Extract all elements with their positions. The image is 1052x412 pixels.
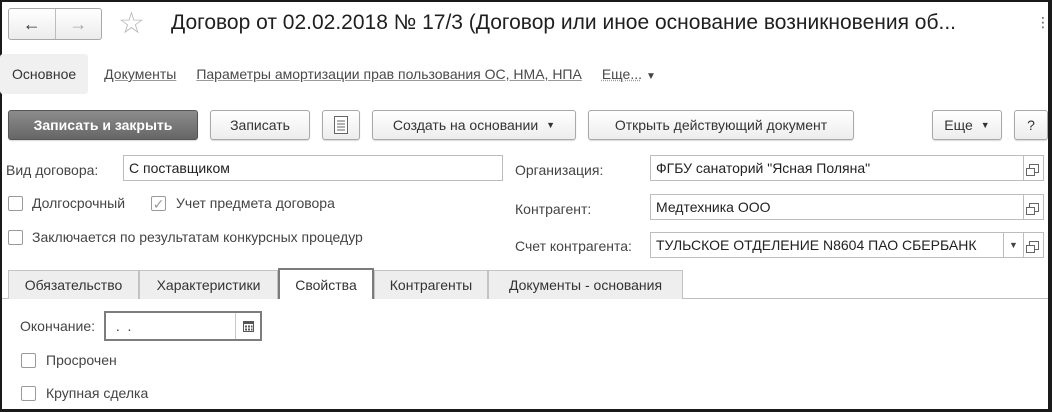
counterparty-field[interactable]: Медтехника ООО bbox=[650, 194, 1024, 220]
tab-properties[interactable]: Свойства bbox=[278, 268, 374, 299]
window-menu-icon[interactable]: ⋮ bbox=[1036, 14, 1050, 31]
tender-checkbox[interactable] bbox=[8, 230, 23, 245]
forward-arrow-icon[interactable]: → bbox=[56, 9, 102, 39]
section-amortization[interactable]: Параметры амортизации прав пользования О… bbox=[196, 66, 582, 82]
subject-accounting-label: Учет предмета договора bbox=[176, 195, 335, 211]
help-button[interactable]: ? bbox=[1014, 110, 1048, 140]
contract-type-field[interactable]: С поставщиком bbox=[123, 155, 503, 181]
back-arrow-icon[interactable]: ← bbox=[9, 9, 56, 39]
tender-label: Заключается по результатам конкурсных пр… bbox=[32, 229, 363, 245]
tab-characteristics[interactable]: Характеристики bbox=[139, 270, 278, 299]
long-term-checkbox[interactable] bbox=[8, 196, 23, 211]
window-title: Договор от 02.02.2018 № 17/3 (Договор ил… bbox=[171, 11, 957, 34]
create-based-on-button[interactable]: Создать на основании ▼ bbox=[372, 110, 576, 140]
navigation-group: ← → bbox=[8, 8, 102, 40]
overdue-checkbox[interactable] bbox=[21, 353, 36, 368]
end-date-label: Окончание: bbox=[20, 318, 95, 334]
section-more-label: Еще... bbox=[601, 66, 642, 82]
section-main[interactable]: Основное bbox=[0, 54, 89, 94]
subject-accounting-checkbox[interactable]: ✓ bbox=[151, 196, 166, 212]
tab-basis-documents[interactable]: Документы - основания bbox=[488, 270, 683, 299]
form-sections-bar: Основное Документы Параметры амортизации… bbox=[0, 54, 676, 94]
tab-obligation[interactable]: Обязательство bbox=[8, 270, 139, 299]
end-date-value: . . bbox=[112, 318, 132, 334]
open-organization-icon[interactable] bbox=[1024, 155, 1044, 181]
open-account-icon[interactable] bbox=[1024, 232, 1044, 258]
major-deal-label: Крупная сделка bbox=[46, 385, 149, 401]
counterparty-account-label: Счет контрагента: bbox=[515, 238, 632, 254]
long-term-label: Долгосрочный bbox=[32, 195, 126, 211]
more-button[interactable]: Еще ▼ bbox=[932, 110, 1002, 140]
dropdown-arrow-icon: ▼ bbox=[980, 120, 990, 130]
dropdown-arrow-icon: ▼ bbox=[546, 120, 556, 130]
document-list-icon bbox=[334, 116, 348, 134]
section-documents[interactable]: Документы bbox=[104, 66, 176, 82]
section-more[interactable]: Еще... ▼ bbox=[602, 66, 656, 82]
tab-counterparties[interactable]: Контрагенты bbox=[374, 270, 488, 299]
organization-field[interactable]: ФГБУ санаторий "Ясная Поляна" bbox=[650, 155, 1024, 181]
major-deal-checkbox[interactable] bbox=[21, 386, 36, 401]
contract-type-label: Вид договора: bbox=[6, 162, 99, 178]
open-current-document-button[interactable]: Открыть действующий документ bbox=[588, 110, 854, 140]
counterparty-account-field[interactable]: ТУЛЬСКОЕ ОТДЕЛЕНИЕ N8604 ПАО СБЕРБАНК bbox=[650, 232, 1004, 258]
favorite-star-icon[interactable]: ☆ bbox=[118, 8, 145, 40]
save-button[interactable]: Записать bbox=[210, 110, 310, 140]
end-date-field[interactable]: . . bbox=[104, 311, 262, 341]
chevron-down-icon[interactable]: ▼ bbox=[1004, 232, 1024, 258]
calendar-glyph-icon bbox=[242, 320, 254, 332]
calendar-icon[interactable] bbox=[235, 313, 260, 339]
create-based-on-label: Создать на основании bbox=[392, 117, 539, 133]
overdue-label: Просрочен bbox=[46, 352, 117, 368]
open-counterparty-icon[interactable] bbox=[1024, 194, 1044, 220]
document-list-button[interactable] bbox=[322, 110, 360, 140]
counterparty-label: Контрагент: bbox=[515, 201, 592, 217]
more-label: Еще bbox=[944, 117, 973, 133]
organization-label: Организация: bbox=[515, 162, 604, 178]
save-and-close-button[interactable]: Записать и закрыть bbox=[8, 110, 198, 140]
chevron-down-icon: ▼ bbox=[645, 71, 656, 82]
